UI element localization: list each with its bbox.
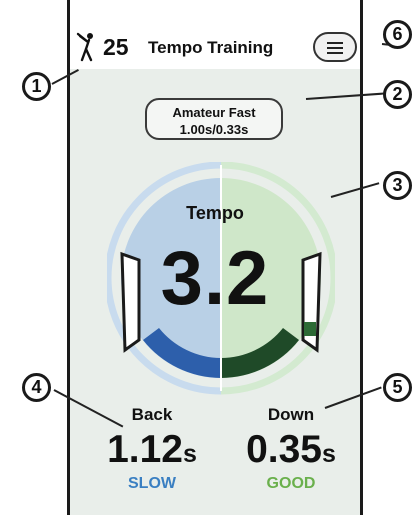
- down-label: Down: [267, 405, 315, 424]
- back-time-value: 1.12: [107, 428, 183, 471]
- tempo-preset-button[interactable]: Amateur Fast 1.00s/0.33s: [145, 98, 283, 140]
- tempo-value: 3.2: [160, 236, 270, 321]
- callout-6: 6: [383, 20, 412, 49]
- header-row: 25 Tempo Training: [70, 30, 360, 66]
- downswing-stat: Down 0.35s GOOD: [231, 405, 351, 493]
- down-rating: GOOD: [266, 475, 316, 492]
- callout-4: 4: [22, 373, 51, 402]
- down-time: 0.35s: [231, 428, 351, 472]
- back-time-unit: s: [183, 440, 197, 468]
- preset-ratio: 1.00s/0.33s: [179, 122, 249, 137]
- page-title: Tempo Training: [148, 38, 274, 57]
- tempo-label: Tempo: [186, 203, 244, 223]
- down-indicator-marker: [304, 322, 316, 336]
- callout-1: 1: [22, 72, 51, 101]
- back-time: 1.12s: [92, 428, 212, 472]
- back-rating: SLOW: [128, 475, 176, 492]
- preset-name: Amateur Fast: [172, 105, 256, 120]
- callout-2: 2: [383, 80, 412, 109]
- swing-count: 25: [103, 34, 129, 60]
- device-screen: 25 Tempo Training Amateur Fast 1.00s/0.3…: [67, 0, 363, 515]
- golfer-swing-icon: [76, 32, 93, 62]
- tempo-panel: Amateur Fast 1.00s/0.33s Tempo 3.2 Back …: [70, 69, 360, 515]
- menu-button[interactable]: [313, 32, 357, 62]
- down-time-unit: s: [322, 440, 336, 468]
- back-label: Back: [131, 405, 173, 424]
- callout-3: 3: [383, 171, 412, 200]
- callout-5: 5: [383, 373, 412, 402]
- down-time-value: 0.35: [246, 428, 322, 471]
